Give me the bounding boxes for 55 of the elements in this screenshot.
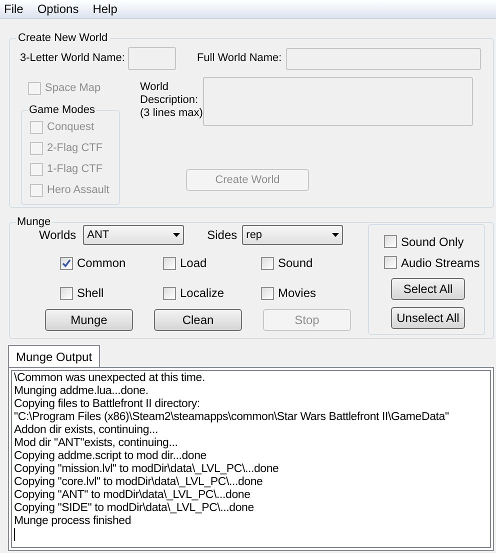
- output-line: Addon dir exists, continuing...: [14, 424, 160, 437]
- checkbox-label: Sound: [278, 255, 313, 272]
- checkbox-label: Hero Assault: [47, 183, 110, 198]
- checkbox[interactable]: [384, 235, 397, 248]
- checkbox[interactable]: [163, 286, 176, 300]
- caret-icon: [332, 233, 340, 237]
- menu-item[interactable]: Options: [33, 0, 83, 18]
- output-line: Copying "SIDE" to modDir\data\_LVL_PC\...done: [14, 502, 255, 515]
- button[interactable]: Unselect All: [391, 307, 465, 329]
- checkbox-label: Localize: [180, 285, 224, 302]
- field-label: 3-Letter World Name:: [20, 51, 125, 66]
- checkbox-label: Load: [180, 255, 207, 272]
- button[interactable]: Clean: [154, 309, 242, 331]
- checkbox[interactable]: [261, 256, 274, 270]
- checkbox-label: Conquest: [47, 120, 94, 136]
- checkbox-label: Audio Streams: [401, 254, 480, 272]
- field-label: Description:: [140, 94, 200, 107]
- checkbox[interactable]: [384, 256, 397, 269]
- checkbox[interactable]: [261, 286, 274, 300]
- output-line: "C:\Program Files (x86)\Steam2\steamapps\common\Star Wars Battlefront II\GameData": [14, 411, 450, 424]
- checkbox-label: Sound Only: [401, 234, 464, 250]
- output-line: Munging addme.lua...done.: [14, 385, 150, 398]
- field-label: (3 lines max): [140, 107, 203, 120]
- output-line: Copying "ANT" to modDir\data\_LVL_PC\...done: [14, 489, 252, 502]
- checkbox-label: Movies: [278, 285, 316, 302]
- checkbox[interactable]: [60, 256, 73, 270]
- checkbox[interactable]: [163, 256, 176, 270]
- checkbox-label: Common: [77, 255, 126, 272]
- dropdown[interactable]: ANT: [83, 225, 184, 245]
- checkbox-label: Space Map: [45, 80, 101, 96]
- menu-item[interactable]: File: [0, 0, 28, 18]
- field-label: Full World Name:: [196, 51, 282, 66]
- group-title: Munge: [16, 215, 52, 229]
- checkbox-label: 1-Flag CTF: [47, 162, 103, 178]
- menu-item[interactable]: Help: [88, 0, 122, 18]
- dropdown[interactable]: rep: [242, 225, 344, 245]
- tab[interactable]: Munge Output: [8, 345, 100, 367]
- field-label: Sides: [207, 227, 238, 244]
- button[interactable]: Select All: [391, 278, 465, 300]
- output-line: Mod dir "ANT"exists, continuing...: [14, 437, 179, 450]
- checkbox-label: Shell: [77, 285, 104, 302]
- output-line: \Common was unexpected at this time.: [14, 372, 206, 385]
- field-label: Worlds: [39, 228, 76, 244]
- output-line: Copying "core.lvl" to modDir\data\_LVL_PC\...done: [14, 476, 264, 489]
- output-line: Copying addme.script to mod dir...done: [14, 450, 208, 463]
- field-label: World: [140, 81, 170, 94]
- caret-icon: [173, 233, 180, 237]
- output-line: Copying "mission.lvl" to modDir\data\_LVL_PC\...done: [14, 463, 280, 476]
- text-cursor: [14, 528, 15, 541]
- button[interactable]: Munge: [45, 309, 133, 331]
- checkmark-icon: [62, 258, 71, 268]
- output-line: Copying files to Battlefront II directory:: [14, 398, 201, 411]
- output-line: Munge process finished: [14, 515, 132, 528]
- checkbox[interactable]: [60, 286, 73, 300]
- checkbox-label: 2-Flag CTF: [47, 141, 103, 156]
